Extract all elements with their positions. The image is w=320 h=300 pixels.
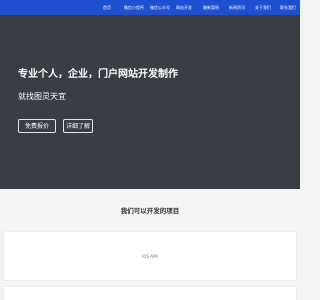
- hero-banner: [0, 15, 300, 189]
- hero-title: 专业个人，企业，门户网站开发制作: [18, 69, 178, 80]
- page: 首页 微信小程序 微信公众号 网站开发 最新案例 新闻资讯 关于我们 联系我们 …: [0, 0, 300, 300]
- nav-item-home[interactable]: 首页: [103, 4, 111, 12]
- nav-item-web-dev[interactable]: 网站开发: [176, 4, 192, 12]
- nav-item-contact[interactable]: 联系我们: [280, 4, 296, 12]
- nav-item-news[interactable]: 新闻资讯: [229, 4, 245, 12]
- nav-item-about[interactable]: 关于我们: [255, 4, 271, 12]
- nav-item-mini-program[interactable]: 微信小程序: [124, 4, 144, 12]
- learn-more-button[interactable]: 详细了解: [63, 119, 93, 133]
- service-card[interactable]: [3, 286, 297, 300]
- nav-item-official-account[interactable]: 微信公众号: [150, 4, 170, 12]
- top-navigation-bar: 首页 微信小程序 微信公众号 网站开发 最新案例 新闻资讯 关于我们 联系我们: [0, 0, 300, 15]
- hero-subtitle: 就找图灵天宜: [18, 92, 66, 101]
- free-quote-button[interactable]: 免费报价: [18, 119, 56, 133]
- service-card[interactable]: IOS APP: [3, 231, 297, 281]
- service-card-label: IOS APP: [142, 254, 158, 259]
- services-section-title: 我们可以开发的项目: [120, 207, 180, 215]
- nav-item-cases[interactable]: 最新案例: [203, 4, 219, 12]
